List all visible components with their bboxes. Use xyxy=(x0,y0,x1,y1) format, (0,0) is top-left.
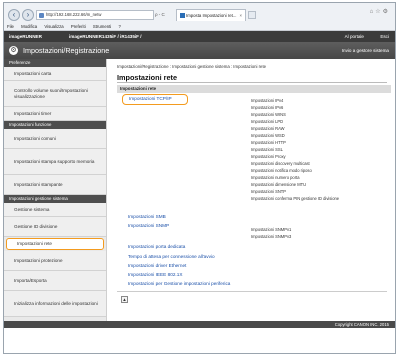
sub-port-number: Impostazioni numero porta xyxy=(251,175,300,180)
gear-icon[interactable]: ⚙ xyxy=(383,9,390,15)
device-model: imageRUNNER1435iF / iR1435iF / xyxy=(69,34,142,39)
menu-help[interactable]: ? xyxy=(118,24,120,29)
admin-link[interactable]: Invio a gestore sistema xyxy=(342,42,389,59)
sidebar-item-printer[interactable]: Impostazioni stampante xyxy=(4,175,106,195)
sub-http: Impostazioni HTTP xyxy=(251,140,286,145)
sidebar-item-dept-id[interactable]: Gestione ID divisione xyxy=(4,217,106,237)
ethernet-driver-link[interactable]: Impostazioni driver Ethernet xyxy=(128,263,186,268)
sub-snmpv1: Impostazioni SNMPv1 xyxy=(251,227,292,232)
sub-wins: Impostazioni WINS xyxy=(251,112,286,117)
tab-icon xyxy=(180,13,185,18)
sidebar-item-initialize[interactable]: Inizializza informazioni delle impostazi… xyxy=(4,291,106,317)
sidebar-item-import-export[interactable]: Importa/Esporta xyxy=(4,271,106,291)
url-text: http://192.168.222.66/m_netw xyxy=(46,12,102,17)
address-bar[interactable]: http://192.168.222.66/m_netw xyxy=(36,10,154,20)
sub-pin-confirm: Impostazioni conferma PIN gestione ID di… xyxy=(251,196,340,201)
browser-icons: ⌂☆⚙ xyxy=(370,8,390,15)
sidebar-head-functions: Impostazioni funzione xyxy=(4,121,106,129)
back-button[interactable]: ‹ xyxy=(8,9,20,21)
title-divider xyxy=(117,82,387,83)
page-title: Impostazioni rete xyxy=(117,73,178,82)
sub-sleep-notify: Impostazioni notifica modo riposo xyxy=(251,168,312,173)
smb-settings-link[interactable]: Impostazioni SMB xyxy=(128,214,166,219)
sidebar-item-system-management[interactable]: Gestione sistema xyxy=(4,203,106,217)
sub-lpd: Impostazioni LPD xyxy=(251,119,284,124)
exit-link[interactable]: Esci xyxy=(380,31,389,42)
sidebar-item-common[interactable]: Impostazioni comuni xyxy=(4,129,106,149)
tcpip-settings-link[interactable]: Impostazioni TCP/IP xyxy=(122,94,188,105)
sidebar-head-preferences: Preferenze xyxy=(4,59,106,67)
snmp-settings-link[interactable]: Impostazioni SNMP xyxy=(128,223,169,228)
sidebar-item-timer[interactable]: Impostazioni timer xyxy=(4,107,106,121)
menu-tools[interactable]: Strumenti xyxy=(93,24,111,29)
sidebar-item-memory-print[interactable]: Impostazioni stampa supporto memoria xyxy=(4,149,106,175)
menu-bar: File Modifica Visualizza Preferiti Strum… xyxy=(4,22,395,31)
title-bar: ⚙ Impostazioni/Registrazione Invio a ges… xyxy=(4,42,395,59)
menu-file[interactable]: File xyxy=(7,24,14,29)
portal-link[interactable]: Al portale xyxy=(345,31,364,42)
sidebar-item-network[interactable]: Impostazioni rete xyxy=(6,238,104,250)
close-tab-icon[interactable]: × xyxy=(239,10,242,21)
sidebar-item-paper[interactable]: Impostazioni carta xyxy=(4,67,106,81)
bottom-divider xyxy=(117,291,387,292)
menu-edit[interactable]: Modifica xyxy=(21,24,37,29)
app-title: Impostazioni/Registrazione xyxy=(23,46,110,55)
dedicated-port-link[interactable]: Impostazioni porta dedicata xyxy=(128,244,185,249)
device-settings-mgmt-link[interactable]: Impostazioni per Gestione impostazioni p… xyxy=(128,281,230,286)
sub-ipv6: Impostazioni IPv6 xyxy=(251,105,284,110)
section-header: Impostazioni rete xyxy=(117,85,391,93)
page-icon xyxy=(39,13,44,18)
breadcrumb: Impostazioni/Registrazione : Impostazion… xyxy=(117,64,267,69)
address-tools[interactable]: ρ - C xyxy=(155,10,165,20)
empty-area xyxy=(4,328,395,353)
footer: Copyright CANON INC. 2015 xyxy=(4,321,395,328)
sidebar-item-security[interactable]: Impostazioni protezione xyxy=(4,251,106,271)
browser-tab[interactable]: Imposta Impostazioni ret... × xyxy=(176,9,246,21)
sidebar-item-volume-display[interactable]: Controllo volume suoni/Impostazioni visu… xyxy=(4,81,106,107)
sub-sntp: Impostazioni SNTP xyxy=(251,189,287,194)
forward-button[interactable]: › xyxy=(22,9,34,21)
star-icon[interactable]: ☆ xyxy=(375,9,382,15)
settings-gear-icon: ⚙ xyxy=(9,46,18,55)
sub-raw: Impostazioni RAW xyxy=(251,126,285,131)
browser-window: ‹ › http://192.168.222.66/m_netw ρ - C I… xyxy=(3,2,396,354)
copyright: Copyright CANON INC. 2015 xyxy=(334,322,389,327)
browser-chrome: ‹ › http://192.168.222.66/m_netw ρ - C I… xyxy=(4,3,395,31)
top-arrow-icon[interactable]: ▲ xyxy=(121,296,128,303)
sub-mtu: Impostazioni dimensione MTU xyxy=(251,182,307,187)
sub-ssl: Impostazioni SSL xyxy=(251,147,283,152)
sub-proxy: Impostazioni Proxy xyxy=(251,154,286,159)
new-tab-button[interactable] xyxy=(248,11,256,19)
tab-title: Imposta Impostazioni ret... xyxy=(186,13,237,18)
sub-ipv4: Impostazioni IPv4 xyxy=(251,98,284,103)
sidebar-head-management: Impostazioni gestione sistema xyxy=(4,195,106,203)
menu-view[interactable]: Visualizza xyxy=(44,24,63,29)
sub-wsd: Impostazioni WSD xyxy=(251,133,285,138)
ieee8021x-link[interactable]: Impostazioni IEEE 802.1X xyxy=(128,272,182,277)
device-bar: imageRUNNER imageRUNNER1435iF / iR1435iF… xyxy=(4,31,395,42)
sub-multicast: Impostazioni discovery multicast xyxy=(251,161,310,166)
sub-snmpv3: Impostazioni SNMPv3 xyxy=(251,234,292,239)
menu-favorites[interactable]: Preferiti xyxy=(71,24,86,29)
startup-wait-link[interactable]: Tempo di attesa per connessione all'avvi… xyxy=(128,254,215,259)
device-name: imageRUNNER xyxy=(9,34,42,39)
sidebar: Preferenze Impostazioni carta Controllo … xyxy=(4,59,107,321)
main-content: Impostazioni/Registrazione : Impostazion… xyxy=(111,59,394,321)
